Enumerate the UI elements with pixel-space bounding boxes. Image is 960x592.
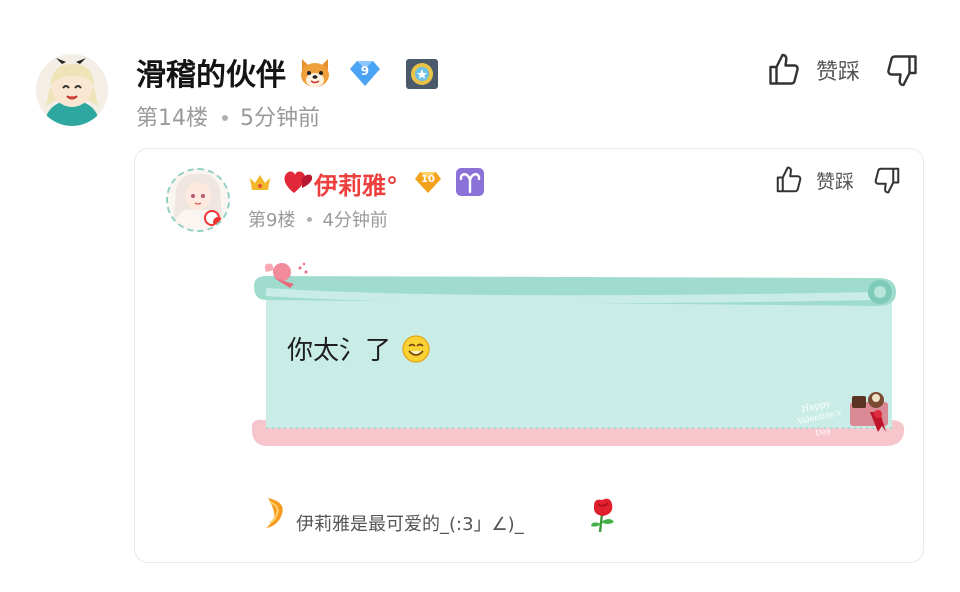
username[interactable]: 滑稽的伙伴 [136, 58, 286, 93]
reply-dislike-button[interactable] [872, 164, 902, 196]
level-badge: 9 [349, 58, 381, 88]
heart-icon [282, 166, 314, 200]
reply-content: 你太氵了 [287, 330, 431, 371]
separator-dot [307, 217, 313, 222]
post-time: 5分钟前 [240, 106, 320, 131]
shiba-emoji-icon [298, 57, 332, 97]
crown-icon [248, 172, 272, 196]
reply-meta: 第9楼 4分钟前 [248, 206, 388, 232]
reply-user-avatar[interactable] [166, 168, 230, 232]
reply-content-text: 你太氵了 [287, 336, 392, 366]
reply-vote-label: 赞踩 [816, 170, 855, 193]
reply-username[interactable]: 伊莉雅° [314, 166, 398, 201]
aries-icon [456, 168, 484, 200]
reply-level-badge: 10 [414, 170, 442, 194]
like-button[interactable] [766, 52, 802, 88]
user-avatar[interactable] [36, 54, 108, 126]
reply-like-button[interactable] [774, 164, 804, 196]
reply-time: 4分钟前 [322, 210, 388, 231]
thumbs-up-icon [769, 53, 799, 85]
separator-dot [222, 114, 228, 121]
post-header-title: 滑稽的伙伴 9 [136, 50, 439, 98]
floor-number: 第14楼 [136, 106, 208, 131]
level-number: 9 [360, 64, 370, 78]
thumbs-down-icon [887, 55, 917, 87]
smile-emoji-icon [401, 334, 431, 371]
user-signature: 伊莉雅是最可爱的_(:3」∠)_ [296, 514, 524, 535]
signature-icon [262, 496, 288, 534]
reply-floor-number: 第9楼 [248, 210, 296, 231]
thumbs-up-icon [776, 166, 802, 193]
post-meta: 第14楼 5分钟前 [136, 100, 320, 132]
dislike-button[interactable] [884, 52, 920, 88]
thumbs-down-icon [874, 167, 900, 194]
vote-label: 赞踩 [816, 60, 861, 85]
reply-level-number: 10 [421, 174, 435, 185]
rose-icon [588, 496, 618, 538]
member-medal-icon [405, 58, 439, 98]
